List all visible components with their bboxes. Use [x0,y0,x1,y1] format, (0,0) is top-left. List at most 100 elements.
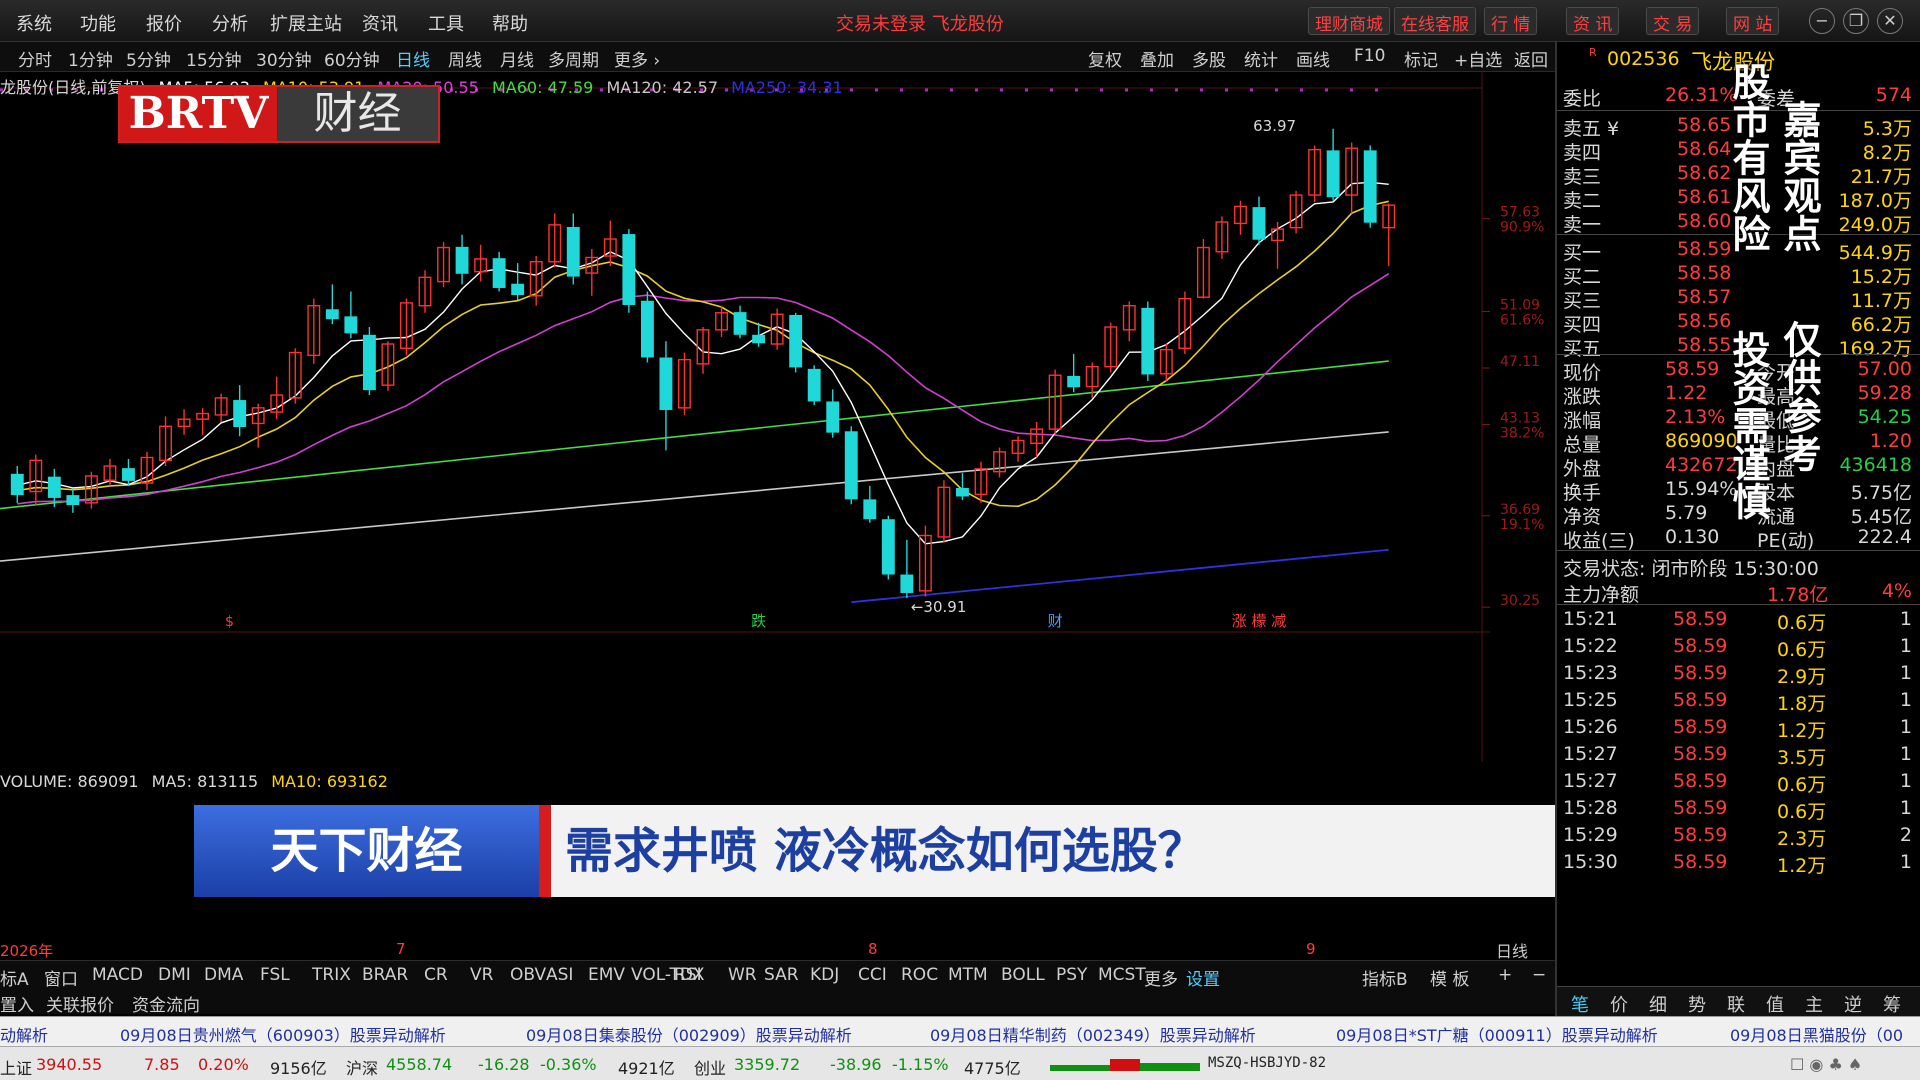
quote-tab-7[interactable]: 逆 [1844,991,1862,1017]
tick-count: 1 [1899,743,1912,765]
indicator-tab-14[interactable]: RSI [674,965,702,985]
period-more[interactable]: 更多 › [614,46,660,71]
quote-tab-6[interactable]: 主 [1805,991,1823,1017]
website-button[interactable]: 网 站 [1726,7,1780,35]
indicator-tab-24[interactable]: 更多 [1144,965,1178,990]
candle-body [511,283,525,296]
candle-body [233,400,247,427]
trade-button[interactable]: 交 易 [1646,7,1700,35]
overlay-button[interactable]: 叠加 [1140,46,1174,71]
quote-tab-5[interactable]: 值 [1766,991,1784,1017]
period-timeshare[interactable]: 分时 [18,46,52,71]
ticker-item[interactable]: 09月08日贵州燃气（600903）股票异动解析 [120,1022,446,1046]
draw-line-button[interactable]: 画线 [1296,46,1330,71]
kline-chart[interactable]: 57.63 90.9% 51.09 61.6% 47.11 43.13 38.2% 36.69… [0,72,1555,762]
indicator-tab-11[interactable]: ASI [546,965,573,985]
indicator-tab-2[interactable]: MACD [92,965,143,985]
ticker-item[interactable]: 09月08日*ST广糖（000911）股票异动解析 [1336,1022,1658,1046]
quote-tab-1[interactable]: 价 [1610,991,1628,1017]
related-quote-tab[interactable]: 关联报价 [46,991,114,1016]
back-button[interactable]: 返回 [1514,46,1548,71]
indicator-tab-15[interactable]: WR [728,965,757,985]
restore-icon[interactable]: ❐ [1843,8,1869,34]
finance-mall-button[interactable]: 理财商城 [1308,7,1390,35]
indicator-tab-21[interactable]: BOLL [1001,965,1045,985]
indicator-right-0[interactable]: 指标B [1362,965,1408,990]
period-60min[interactable]: 60分钟 [324,46,380,71]
ticker-item[interactable]: 09月08日黑猫股份（00 [1730,1022,1903,1046]
period-15min[interactable]: 15分钟 [186,46,242,71]
period-30min[interactable]: 30分钟 [256,46,312,71]
mark-button[interactable]: 标记 [1404,46,1438,71]
tick-time: 15:30 [1563,851,1618,873]
f10-button[interactable]: F10 [1354,46,1385,66]
kline-svg[interactable]: 57.6390.9% 51.0961.6% 47.11 43.1338.2% 36.69… [0,72,1555,762]
minimize-icon[interactable]: − [1809,8,1835,34]
menu-tools[interactable]: 工具 [428,10,464,36]
news-ticker: 动解析 09月08日贵州燃气（600903）股票异动解析 09月08日集泰股份（… [0,1016,1920,1046]
candle-body [826,401,840,433]
quote-tab-0[interactable]: 笔 [1571,991,1589,1017]
place-in-button[interactable]: 置入 [0,991,34,1016]
bid-label: 买四 [1563,314,1602,336]
indicator-tab-25[interactable]: 设置 [1186,965,1220,990]
indicator-tab-0[interactable]: 标A [0,965,29,990]
indicator-right-2[interactable]: + [1498,965,1512,985]
indicator-tab-19[interactable]: ROC [901,965,938,985]
period-monthly[interactable]: 月线 [500,46,534,71]
menu-news[interactable]: 资讯 [362,10,398,36]
indicator-tab-10[interactable]: OBV [510,965,546,985]
close-icon[interactable]: ✕ [1877,8,1903,34]
stats-button[interactable]: 统计 [1244,46,1278,71]
online-service-button[interactable]: 在线客服 [1394,7,1476,35]
indicator-tab-12[interactable]: EMV [588,965,625,985]
ticker-item[interactable]: 动解析 [0,1022,48,1046]
indicator-tab-23[interactable]: MCST [1098,965,1146,985]
menu-system[interactable]: 系统 [16,10,52,36]
quote-tab-2[interactable]: 细 [1649,991,1667,1017]
period-daily[interactable]: 日线 [396,46,430,71]
ticker-item[interactable]: 09月08日精华制药（002349）股票异动解析 [930,1022,1256,1046]
indicator-tab-20[interactable]: MTM [948,965,988,985]
menu-analysis[interactable]: 分析 [212,10,248,36]
indicator-right-1[interactable]: 模 板 [1430,965,1469,990]
indicator-tab-5[interactable]: FSL [260,965,290,985]
add-watchlist-button[interactable]: +自选 [1454,46,1502,71]
ticker-item[interactable]: 09月08日集泰股份（002909）股票异动解析 [526,1022,852,1046]
capital-flow-tab[interactable]: 资金流向 [132,991,200,1016]
candle-body [807,368,821,402]
indicator-tab-22[interactable]: PSY [1056,965,1087,985]
period-multi[interactable]: 多周期 [548,46,599,71]
quote-tab-8[interactable]: 筹 [1883,991,1901,1017]
indicator-tab-16[interactable]: SAR [764,965,799,985]
indicator-tab-8[interactable]: CR [424,965,448,985]
status-icons[interactable]: ☐ ◉ ♣ ♠ [1790,1055,1862,1074]
indicator-tab-18[interactable]: CCI [858,965,887,985]
indicator-tab-9[interactable]: VR [470,965,493,985]
banner-divider [539,805,551,897]
indicator-tab-4[interactable]: DMA [204,965,243,985]
quote-tab-4[interactable]: 联 [1727,991,1745,1017]
menu-extended[interactable]: 扩展主站 [270,10,342,36]
period-5min[interactable]: 5分钟 [126,46,171,71]
adjust-button[interactable]: 复权 [1088,46,1122,71]
market-button[interactable]: 行 情 [1484,7,1538,35]
quote-tab-3[interactable]: 势 [1688,991,1706,1017]
menu-quote[interactable]: 报价 [146,10,182,36]
tick-price: 58.59 [1673,797,1728,819]
news-button[interactable]: 资 讯 [1566,7,1620,35]
indicator-right-3[interactable]: − [1532,965,1546,985]
multi-stock-button[interactable]: 多股 [1192,46,1226,71]
indicator-tab-3[interactable]: DMI [158,965,191,985]
program-name: 天下财经 [194,805,539,897]
menu-help[interactable]: 帮助 [492,10,528,36]
tick-row: 15:22 58.59 0.6万 1 [1557,635,1920,663]
period-1min[interactable]: 1分钟 [68,46,113,71]
menu-function[interactable]: 功能 [80,10,116,36]
overlay-col4: 仅供参考 [1777,320,1821,472]
period-weekly[interactable]: 周线 [448,46,482,71]
indicator-tab-17[interactable]: KDJ [810,965,839,985]
indicator-tab-1[interactable]: 窗口 [44,965,78,990]
indicator-tab-7[interactable]: BRAR [362,965,408,985]
indicator-tab-6[interactable]: TRIX [312,965,351,985]
